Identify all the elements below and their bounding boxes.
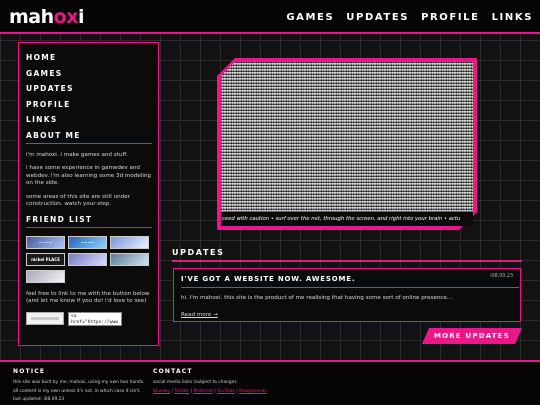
link-code-field[interactable]: <a href="https://www.mahoxi.net"><img sr… — [68, 311, 122, 326]
sidebar: HOME GAMES UPDATES PROFILE LINKS ABOUT M… — [18, 42, 159, 346]
contact-link-tumblr[interactable]: Tumblr — [174, 389, 189, 394]
sidebar-item-updates[interactable]: UPDATES — [26, 84, 152, 93]
about-heading: ABOUT ME — [26, 131, 152, 144]
site-logo[interactable]: mahoxi — [9, 6, 84, 28]
sidebar-item-home[interactable]: HOME — [26, 53, 152, 62]
marquee-banner: ceed with caution • surf over the net, t… — [221, 212, 473, 226]
logo-accent: ox — [53, 6, 79, 28]
friend-button-2[interactable]: ~~~~ — [68, 235, 107, 249]
about-line-1: i'm mahoxi. i make games and stuff. — [26, 151, 129, 158]
friend-button-4[interactable]: nickel PLACE — [26, 252, 65, 266]
site-button-graphic — [28, 314, 62, 324]
more-updates-button[interactable]: MORE UPDATES — [422, 328, 522, 344]
sidebar-item-games[interactable]: GAMES — [26, 69, 152, 78]
friend-button-3[interactable] — [110, 235, 149, 249]
sidebar-nav: HOME GAMES UPDATES PROFILE LINKS — [26, 53, 152, 124]
contact-link-youtube[interactable]: YouTube — [217, 389, 235, 394]
contact-line: social media links (subject to change): — [153, 380, 238, 385]
notice-section: NOTICE this site was built by me, mahoxi… — [13, 368, 144, 405]
update-post: I'VE GOT A WEBSITE NOW. AWESOME. i08.09.… — [173, 268, 521, 322]
contact-links: Bluesky | Tumblr | Pinterest | YouTube |… — [153, 388, 267, 394]
site-footer: NOTICE this site was built by me, mahoxi… — [0, 360, 540, 405]
post-excerpt: hi. i'm mahoxi. this site is the product… — [181, 295, 453, 301]
contact-link-pinterest[interactable]: Pinterest — [193, 389, 212, 394]
top-nav: GAMES UPDATES PROFILE LINKS — [286, 12, 533, 23]
link-button-row: <a href="https://www.mahoxi.net"><img sr… — [26, 311, 152, 326]
contact-link-newgrounds[interactable]: Newgrounds — [239, 389, 266, 394]
contact-heading: CONTACT — [153, 368, 193, 375]
contact-section: CONTACT social media links (subject to c… — [153, 368, 267, 396]
read-more-link[interactable]: Read more → — [181, 312, 218, 318]
about-line-3: some areas of this site are still under … — [26, 193, 130, 208]
logo-suffix: i — [77, 6, 85, 28]
top-nav-links[interactable]: LINKS — [492, 12, 533, 23]
logo-prefix: mah — [9, 6, 54, 28]
friend-button-7[interactable] — [26, 269, 65, 283]
sidebar-item-links[interactable]: LINKS — [26, 115, 152, 124]
site-button-image[interactable] — [26, 312, 64, 326]
top-nav-updates[interactable]: UPDATES — [346, 12, 409, 23]
static-screen — [221, 62, 473, 211]
friend-button-5[interactable] — [68, 252, 107, 266]
friends-heading: FRIEND LIST — [26, 215, 152, 228]
friend-button-6[interactable] — [110, 252, 149, 266]
top-nav-profile[interactable]: PROFILE — [421, 12, 480, 23]
about-line-2: i have some experience in gamedev and we… — [26, 165, 151, 187]
link-note: feel free to link to me with the button … — [26, 290, 150, 305]
notice-line-1: this site was built by me, mahoxi, using… — [13, 380, 145, 385]
site-header: mahoxi GAMES UPDATES PROFILE LINKS — [0, 0, 540, 34]
friend-button-1[interactable]: ~~~~ — [26, 235, 65, 249]
top-nav-games[interactable]: GAMES — [286, 12, 334, 23]
notice-line-3: last updated: i08.09.23 — [13, 397, 65, 403]
post-title: I'VE GOT A WEBSITE NOW. AWESOME. — [181, 275, 519, 288]
notice-line-2: all content is my own unless it's not, i… — [13, 388, 141, 394]
notice-heading: NOTICE — [13, 368, 46, 375]
post-date: i08.09.23 — [490, 274, 513, 279]
friend-buttons: ~~~~ ~~~~ nickel PLACE — [26, 235, 152, 283]
contact-link-bluesky[interactable]: Bluesky — [153, 389, 170, 394]
sidebar-item-profile[interactable]: PROFILE — [26, 100, 152, 109]
updates-heading: UPDATES — [172, 248, 522, 262]
